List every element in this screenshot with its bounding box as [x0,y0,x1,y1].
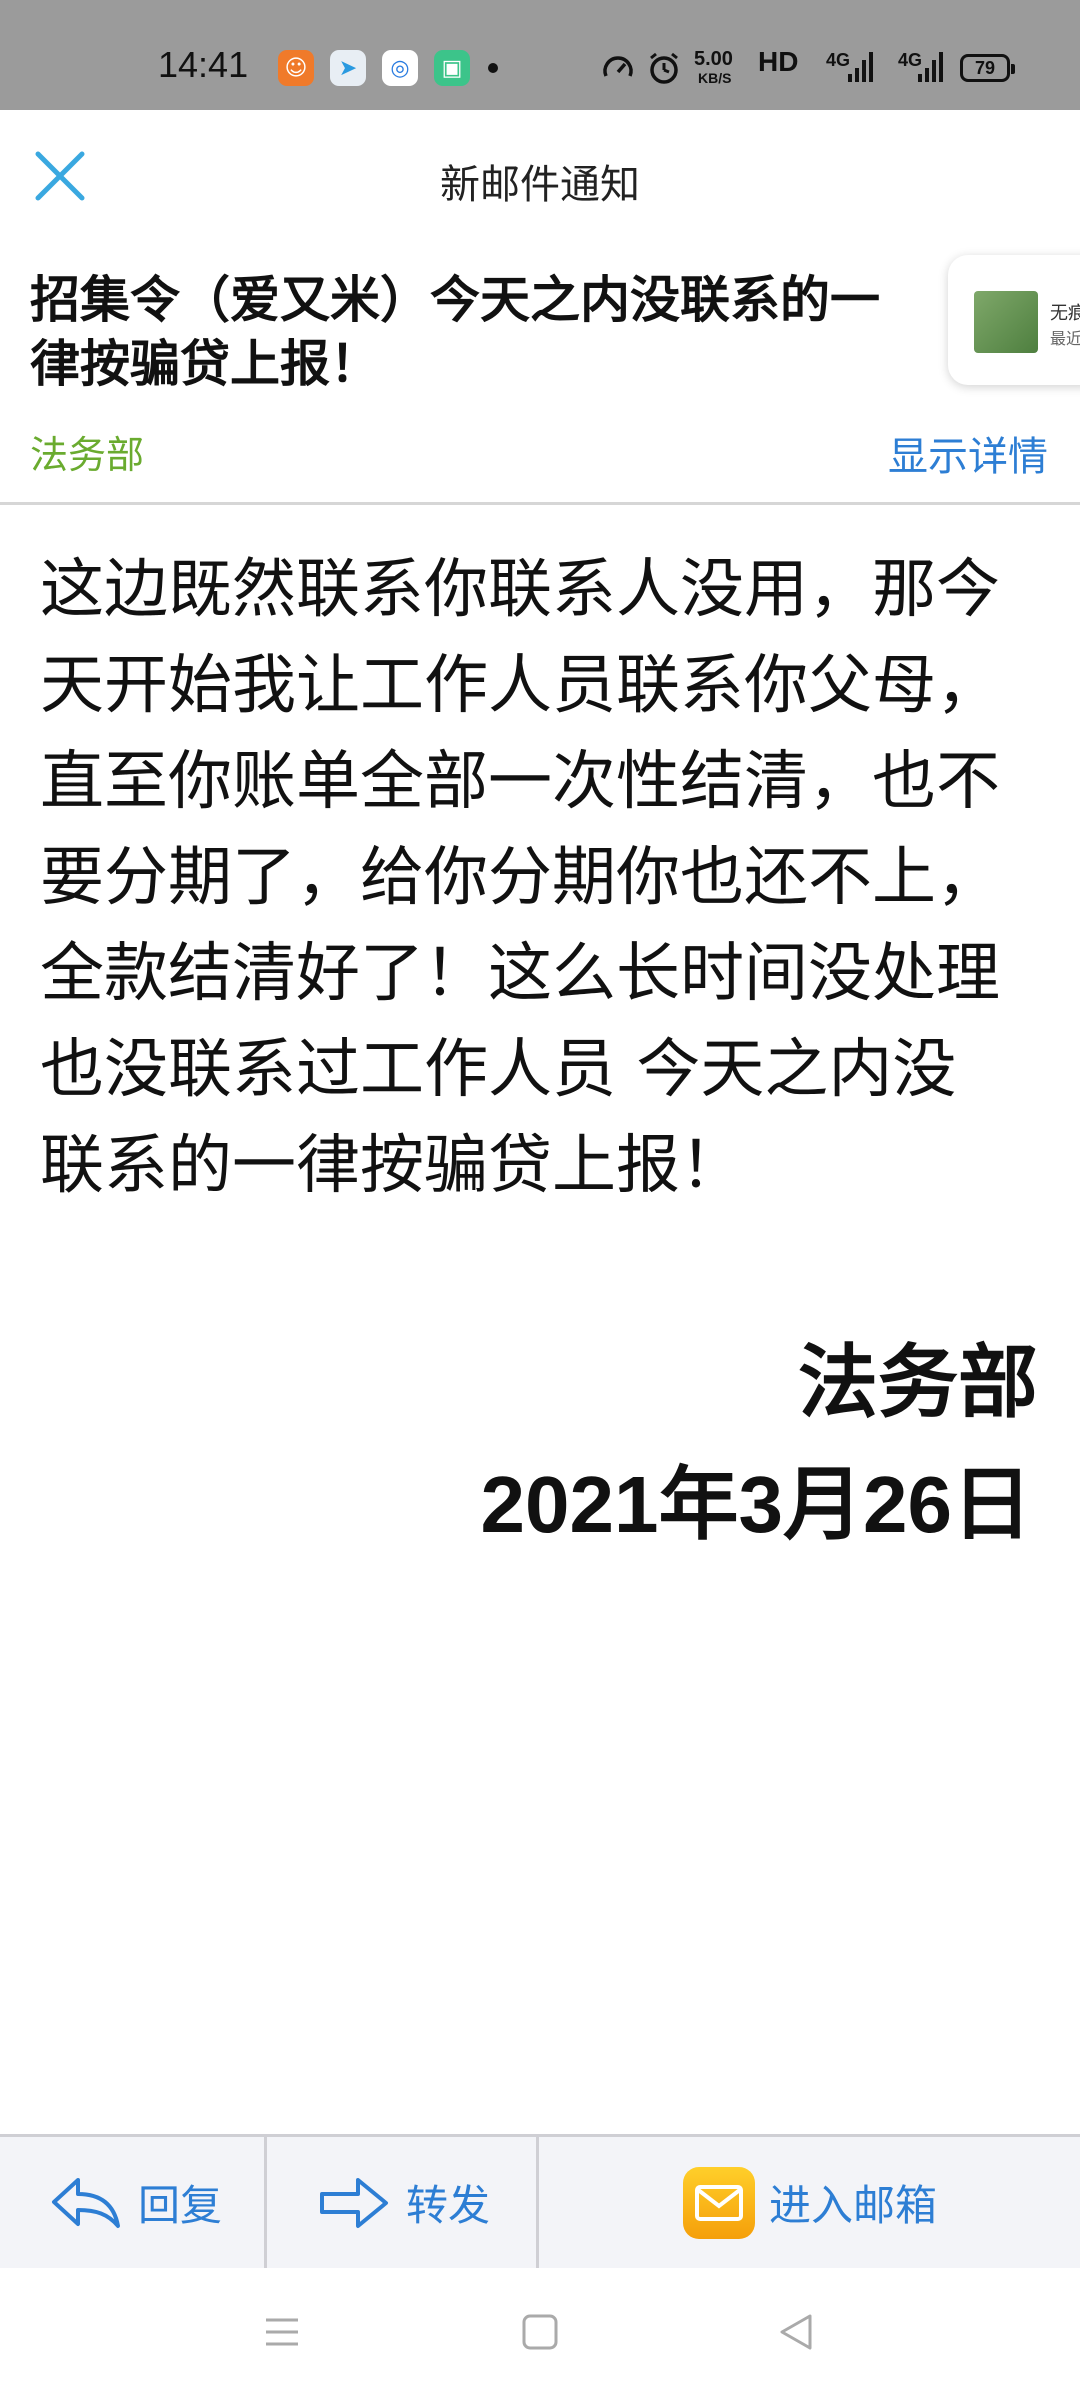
email-sender[interactable]: 法务部 [30,424,144,479]
email-subject: 招集令（爱又米）今天之内没联系的一律按骗贷上报！ [30,271,880,393]
ad-title: 无痕 [1050,303,1080,324]
signal-icon [848,52,873,82]
page-title: 新邮件通知 [440,162,640,208]
home-icon[interactable] [520,2312,560,2352]
divider [0,502,1080,505]
forward-icon [320,2177,388,2228]
notification-header: 新邮件通知 [0,110,1080,250]
uc-browser-icon: ☺ [278,50,314,86]
show-details-link[interactable]: 显示详情 [888,424,1048,482]
signature-department: 法务部 [798,1336,1038,1429]
signal-icon-2 [918,52,943,82]
alarm-icon [650,52,678,84]
ad-thumbnail [974,291,1038,353]
back-icon[interactable] [776,2312,816,2352]
status-time: 14:41 [158,44,249,85]
forward-label: 转发 [406,2181,491,2230]
email-body: 这边既然联系你联系人没用，那今天开始我让工作人员联系你父母，直至你账单全部一次性… [40,553,1000,1203]
signature-date: 2021年3月26日 [480,1460,1032,1549]
separator [264,2137,267,2268]
notification-dot [488,63,498,73]
reply-label: 回复 [138,2181,223,2230]
reply-icon [52,2177,120,2228]
menu-icon[interactable] [262,2312,302,2352]
green-app-icon: ▣ [434,50,470,86]
separator [536,2137,539,2268]
floating-ad-card[interactable]: 无痕 最近 [948,255,1080,385]
battery-icon: 79 [960,54,1015,82]
telegram-icon: ➤ [330,50,366,86]
action-bar: 回复 转发 进入邮箱 [0,2134,1080,2268]
dashboard-icon [603,56,633,77]
net-speed-value: 5.00 [694,48,733,70]
forward-button[interactable]: 转发 [316,2137,490,2268]
reply-button[interactable]: 回复 [48,2137,222,2268]
hd-indicator: HD [758,46,799,77]
net-speed-unit: KB/S [698,70,732,86]
qq-browser-icon: ◎ [382,50,418,86]
open-mailbox-label: 进入邮箱 [769,2181,938,2230]
ad-subtitle: 最近 [1050,329,1080,348]
mail-icon [683,2166,755,2239]
status-bar: 14:41 ☺ ➤ ◎ ▣ 5.00 KB/S HD 4G 4G 79 [0,0,1080,110]
system-nav-bar [0,2268,1080,2400]
open-mailbox-button[interactable]: 进入邮箱 [683,2137,937,2268]
